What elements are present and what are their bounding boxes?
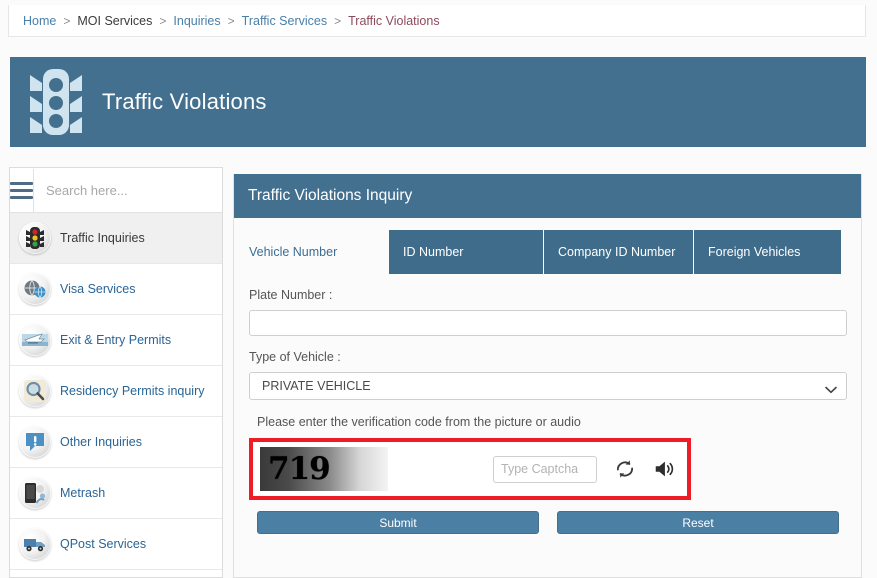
airplane-icon [19,324,51,356]
breadcrumb-separator: > [159,13,167,28]
captcha-input[interactable] [493,455,597,483]
breadcrumb-item-traffic-violations: Traffic Violations [348,13,440,28]
sidebar-item-residency-permits-inquiry[interactable]: Residency Permits inquiry [10,366,222,417]
globe-passport-icon [19,273,51,305]
panel-header: Traffic Violations Inquiry [234,174,861,218]
plate-number-input[interactable] [249,310,847,336]
mobile-device-icon [19,477,51,509]
sidebar-item-label: Metrash [60,486,106,500]
sidebar-item-label: Visa Services [60,282,136,296]
captcha-container: 719 [249,438,691,500]
submit-button[interactable]: Submit [257,511,539,534]
breadcrumb-item-home[interactable]: Home [23,14,56,28]
sidebar-item-label: Exit & Entry Permits [60,333,172,347]
breadcrumb-item-inquiries[interactable]: Inquiries [173,14,220,28]
speaker-icon[interactable] [653,458,675,480]
vehicle-type-select[interactable]: PRIVATE VEHICLE [249,372,847,400]
breadcrumb: Home > MOI Services > Inquiries > Traffi… [8,5,866,37]
sidebar-item-qpost-services[interactable]: QPost Services [10,519,222,570]
tab-label: ID Number [403,245,464,259]
sidebar: Traffic Inquiries Visa Services [9,167,224,578]
hamburger-icon[interactable] [10,168,34,212]
sidebar-item-metrash[interactable]: Metrash [10,468,222,519]
sidebar-item-traffic-inquiries[interactable]: Traffic Inquiries [10,213,222,264]
refresh-icon[interactable] [614,458,636,480]
exclamation-icon [19,426,51,458]
reset-button[interactable]: Reset [557,511,839,534]
breadcrumb-separator: > [227,13,235,28]
page-banner: Traffic Violations [10,57,866,147]
main-panel: Traffic Violations Inquiry Vehicle Numbe… [233,174,862,578]
breadcrumb-item-traffic-services[interactable]: Traffic Services [242,14,327,28]
banner-title: Traffic Violations [102,89,267,114]
form-area: Plate Number : Type of Vehicle : PRIVATE… [234,274,861,534]
breadcrumb-item-moi-services[interactable]: MOI Services [77,14,152,28]
sidebar-item-label: Residency Permits inquiry [60,384,205,398]
reset-button-label: Reset [682,515,714,530]
breadcrumb-separator: > [334,13,342,28]
sidebar-item-label: Traffic Inquiries [60,231,145,245]
tab-label: Vehicle Number [249,245,338,259]
tab-foreign-vehicles[interactable]: Foreign Vehicles [694,230,841,274]
action-buttons: Submit Reset [257,511,845,534]
tab-label: Company ID Number [558,245,676,259]
tab-bar: Vehicle Number ID Number Company ID Numb… [234,230,861,274]
vehicle-type-select-wrap: PRIVATE VEHICLE [249,372,847,400]
captcha-instruction: Please enter the verification code from … [257,415,581,429]
sidebar-item-visa-services[interactable]: Visa Services [10,264,222,315]
vehicle-type-selected-value: PRIVATE VEHICLE [262,379,371,393]
captcha-code-text: 719 [268,450,331,487]
vehicle-type-label: Type of Vehicle : [249,350,341,364]
panel-title: Traffic Violations Inquiry [248,187,413,204]
tab-label: Foreign Vehicles [708,245,801,259]
tab-company-id-number[interactable]: Company ID Number [544,230,694,274]
page-root: Home > MOI Services > Inquiries > Traffi… [0,0,877,578]
tab-id-number[interactable]: ID Number [389,230,544,274]
breadcrumb-separator: > [63,13,71,28]
sidebar-item-label: QPost Services [60,537,147,551]
plate-number-label: Plate Number : [249,288,333,302]
traffic-light-icon [28,65,84,139]
tab-vehicle-number[interactable]: Vehicle Number [235,230,389,274]
magnifier-icon [19,375,51,407]
sidebar-item-label: Other Inquiries [60,435,142,449]
captcha-image: 719 [260,447,388,491]
sidebar-item-exit-entry-permits[interactable]: Exit & Entry Permits [10,315,222,366]
submit-button-label: Submit [379,515,417,530]
sidebar-item-other-inquiries[interactable]: Other Inquiries [10,417,222,468]
traffic-light-icon [19,222,51,254]
delivery-van-icon [19,528,51,560]
search-input[interactable] [34,168,224,212]
sidebar-search-row [10,168,224,213]
